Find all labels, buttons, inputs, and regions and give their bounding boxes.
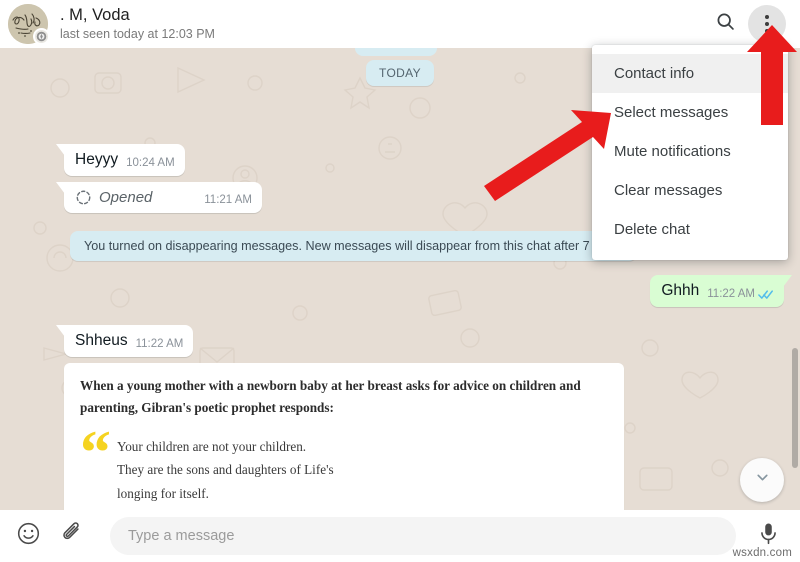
message-meta: 11:22 AM	[136, 338, 184, 350]
quote-line: Your children are not your children.	[117, 439, 307, 455]
chevron-down-icon	[754, 469, 771, 491]
message-text: Opened	[99, 189, 153, 206]
message-time: 10:24 AM	[126, 157, 175, 169]
chat-header: . M, Voda last seen today at 12:03 PM	[0, 0, 800, 48]
quoted-card-row: When a young mother with a newborn baby …	[64, 363, 800, 510]
quoted-article-card[interactable]: When a young mother with a newborn baby …	[64, 363, 624, 510]
quote-block: “ Your children are not your children. T…	[80, 419, 608, 510]
paperclip-icon	[60, 521, 85, 551]
contact-name: . M, Voda	[60, 6, 130, 25]
message-time: 11:22 AM	[135, 338, 184, 350]
whatsapp-chat-window: . M, Voda last seen today at 12:03 PM TO…	[0, 0, 800, 562]
quote-lines: Your children are not your children. The…	[117, 431, 339, 510]
site-watermark: wsxdn.com	[732, 547, 792, 559]
message-row: Ghhh 11:22 AM	[16, 275, 792, 307]
message-bubble-incoming[interactable]: Heyyy 10:24 AM	[56, 144, 185, 176]
quote-line: longing for itself.	[117, 485, 209, 501]
disappearing-messages-notice: You turned on disappearing messages. New…	[70, 231, 638, 261]
message-bubble-outgoing[interactable]: Ghhh 11:22 AM	[650, 275, 792, 307]
menu-item-clear-messages[interactable]: Clear messages	[592, 171, 788, 210]
double-check-read-icon	[758, 289, 774, 300]
message-bubble-opened[interactable]: Opened 11:21 AM	[56, 182, 262, 213]
quote-line: They are the sons and daughters of Life'…	[117, 462, 334, 478]
partial-chip-above	[355, 48, 437, 56]
message-text: Ghhh	[661, 282, 700, 299]
message-meta: 11:21 AM	[204, 194, 252, 206]
menu-button[interactable]	[748, 5, 786, 43]
quotation-mark-icon: “	[80, 419, 111, 488]
message-input[interactable]	[128, 528, 718, 544]
chat-options-menu[interactable]: Contact info Select messages Mute notifi…	[592, 45, 788, 260]
message-input-wrapper[interactable]	[110, 517, 736, 555]
message-row: Shheus 11:22 AM	[55, 325, 800, 357]
message-time: 11:21 AM	[204, 194, 252, 206]
card-intro-text: When a young mother with a newborn baby …	[80, 378, 581, 416]
avatar[interactable]	[8, 4, 50, 45]
chat-scrollbar-thumb[interactable]	[792, 348, 798, 468]
scroll-to-bottom-button[interactable]	[740, 458, 784, 502]
message-meta: 10:24 AM	[126, 157, 175, 169]
search-button[interactable]	[706, 5, 744, 43]
message-meta: 11:22 AM	[707, 288, 774, 300]
emoji-button[interactable]	[10, 518, 46, 554]
menu-item-select-messages[interactable]: Select messages	[592, 93, 788, 132]
menu-item-mute-notifications[interactable]: Mute notifications	[592, 132, 788, 171]
day-divider: TODAY	[366, 60, 434, 86]
search-icon	[715, 11, 736, 37]
message-time: 11:22 AM	[707, 288, 755, 300]
dashed-circle-icon	[75, 189, 92, 206]
header-actions	[706, 5, 786, 43]
menu-item-delete-chat[interactable]: Delete chat	[592, 210, 788, 249]
message-bubble-incoming[interactable]: Shheus 11:22 AM	[55, 325, 194, 357]
contact-status: last seen today at 12:03 PM	[60, 27, 215, 42]
message-text: Shheus	[75, 332, 128, 349]
attach-button[interactable]	[54, 518, 90, 554]
emoji-smiley-icon	[16, 521, 41, 551]
message-text: Heyyy	[75, 151, 119, 168]
avatar-status-badge	[33, 28, 50, 45]
header-titles[interactable]: . M, Voda last seen today at 12:03 PM	[60, 6, 706, 41]
menu-item-contact-info[interactable]: Contact info	[592, 54, 788, 93]
message-composer-bar	[0, 510, 800, 562]
three-dots-vertical-icon	[765, 15, 769, 33]
